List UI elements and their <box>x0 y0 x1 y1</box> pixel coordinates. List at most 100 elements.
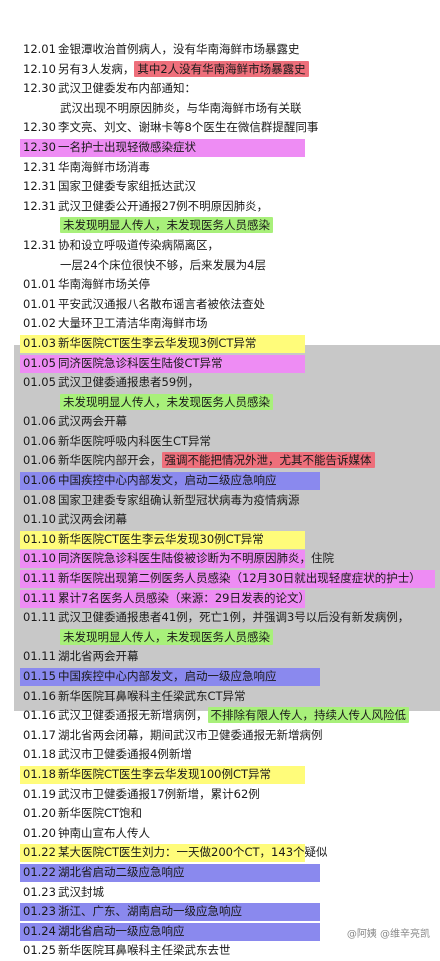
timeline-row: 12.10 另有3人发病， 其中2人没有华南海鲜市场暴露史 <box>0 60 440 80</box>
row-text: 新华医院呼吸内科医生CT异常 <box>58 432 211 452</box>
timeline-row: 01.25 新华医院耳鼻喉科主任梁武东去世 <box>0 941 440 961</box>
row-text-main: 武汉出现不明原因肺炎，与华南海鲜市场有关联 <box>60 100 302 115</box>
row-text: 李文亮、刘文、谢琳卡等8个医生在微信群提醒同事 <box>58 118 318 138</box>
row-text: 武汉封城 <box>58 883 104 903</box>
row-date: 01.05 <box>23 355 56 370</box>
row-text-main: 武汉卫健委发布内部通知： <box>58 81 196 96</box>
row-text: 浙江、广东、湖南启动一级应急响应 <box>58 902 242 922</box>
row-text: 中国疾控中心内部发文，启动一级应急响应 <box>58 667 277 687</box>
row-text: 武汉卫健委通报患者59例， <box>58 373 199 393</box>
row-text-main: 大量环卫工清洁华南海鲜市场 <box>58 316 208 331</box>
row-date: 01.16 <box>23 688 56 703</box>
timeline-row: 01.11 新华医院出现第二例医务人员感染（12月30日就出现轻度症状的护士） <box>0 569 440 589</box>
timeline-row: 12.01 金银潭收治首例病人，没有华南海鲜市场暴露史 <box>0 40 440 60</box>
row-text-main: 新华医院呼吸内科医生CT异常 <box>58 433 212 448</box>
row-text: 湖北省启动一级应急响应 <box>58 922 185 942</box>
row-text: 武汉市卫健委通报4例新增 <box>58 745 192 765</box>
timeline-row: 01.23 浙江、广东、湖南启动一级应急响应 <box>0 902 440 922</box>
row-date: 01.18 <box>23 747 56 762</box>
row-text-main: 平安武汉通报八名散布谣言者被依法查处 <box>58 296 265 311</box>
timeline-row: 12.30 一名护士出现轻微感染症状 <box>0 138 440 158</box>
row-text-main: 浙江、广东、湖南启动一级应急响应 <box>58 904 242 919</box>
row-date: 12.30 <box>23 139 56 154</box>
row-text-main: 金银潭收治首例病人，没有华南海鲜市场暴露史 <box>58 42 300 56</box>
row-date: 01.19 <box>23 786 56 801</box>
timeline-row: 01.01 平安武汉通报八名散布谣言者被依法查处 <box>0 295 440 315</box>
row-highlight-text: 未发现明显人传人，未发现医务人员感染 <box>60 217 273 234</box>
row-date: 01.02 <box>23 316 56 331</box>
timeline-row: 01.01 华南海鲜市场关停 <box>0 275 440 295</box>
timeline-row: 01.16 新华医院耳鼻喉科主任梁武东CT异常 <box>0 687 440 707</box>
row-text: 另有3人发病， 其中2人没有华南海鲜市场暴露史 <box>58 60 309 80</box>
row-text: 未发现明显人传人，未发现医务人员感染 <box>60 216 273 236</box>
row-text: 一层24个床位很快不够，后来发展为4层 <box>60 256 266 276</box>
row-text-main: 累计7名医务人员感染（来源：29日发表的论文） <box>58 590 310 605</box>
row-text-main: 武汉封城 <box>58 884 104 899</box>
row-text-main: 新华医院耳鼻喉科主任梁武东CT异常 <box>58 688 246 703</box>
row-date: 01.24 <box>23 923 56 938</box>
timeline-row: 01.19 武汉市卫健委通报17例新增，累计62例 <box>0 785 440 805</box>
row-text-main: 协和设立呼吸道传染病隔离区， <box>58 237 219 252</box>
timeline-row: 一层24个床位很快不够，后来发展为4层 <box>0 256 440 276</box>
timeline-row: 01.18 武汉市卫健委通报4例新增 <box>0 745 440 765</box>
row-text-main: 某大医院CT医生刘力：一天做200个CT，143个疑似 <box>58 845 328 860</box>
row-text-main: 中国疾控中心内部发文，启动二级应急响应 <box>58 473 277 488</box>
row-date: 01.08 <box>23 492 56 507</box>
row-text-main: 国家卫健委专家组抵达武汉 <box>58 179 196 194</box>
row-date: 12.30 <box>23 120 56 135</box>
row-date: 01.10 <box>23 551 56 566</box>
row-date: 12.31 <box>23 179 56 194</box>
row-text-main: 武汉卫健委通报无新增病例， <box>58 708 208 723</box>
timeline-row: 01.20 钟南山宣布人传人 <box>0 824 440 844</box>
row-text-main: 钟南山宣布人传人 <box>58 825 150 840</box>
timeline-row: 01.11 湖北省两会开幕 <box>0 647 440 667</box>
row-date: 12.30 <box>23 81 56 96</box>
row-text-main: 武汉卫健委通报患者59例， <box>58 375 200 390</box>
row-text-main: 新华医院CT医生李云华发现3例CT异常 <box>58 335 257 350</box>
row-date: 01.05 <box>23 375 56 390</box>
row-text: 武汉两会闭幕 <box>58 510 127 530</box>
row-text-main: 武汉市卫健委通报4例新增 <box>58 747 192 762</box>
row-text: 新华医院CT饱和 <box>58 804 142 824</box>
row-text-main: 华南海鲜市场关停 <box>58 277 150 292</box>
row-text: 武汉出现不明原因肺炎，与华南海鲜市场有关联 <box>60 99 302 119</box>
watermark: @阿姨 @维辛亮凯 <box>346 929 430 940</box>
row-date: 12.31 <box>23 159 56 174</box>
row-date: 01.10 <box>23 531 56 546</box>
row-date: 12.31 <box>23 198 56 213</box>
row-text: 平安武汉通报八名散布谣言者被依法查处 <box>58 295 265 315</box>
row-text: 大量环卫工清洁华南海鲜市场 <box>58 314 208 334</box>
row-date: 01.20 <box>23 806 56 821</box>
row-date: 01.06 <box>23 414 56 429</box>
row-highlight-text: 不排除有限人传人，持续人传人风险低 <box>207 707 409 724</box>
timeline-row: 01.10 新华医院CT医生李云华发现30例CT异常 <box>0 530 440 550</box>
timeline-row: 01.06 武汉两会开幕 <box>0 412 440 432</box>
row-text-main: 湖北省启动二级应急响应 <box>58 864 185 879</box>
timeline-row: 12.31 国家卫健委专家组抵达武汉 <box>0 177 440 197</box>
row-highlight-text: 未发现明显人传人，未发现医务人员感染 <box>60 628 273 645</box>
row-date: 01.01 <box>23 296 56 311</box>
row-text-main: 国家卫建委专家组确认新型冠状病毒为疫情病源 <box>58 492 300 507</box>
row-date: 01.23 <box>23 884 56 899</box>
timeline-row: 未发现明显人传人，未发现医务人员感染 <box>0 628 440 648</box>
row-date: 01.11 <box>23 571 56 586</box>
row-text: 武汉卫健委通报无新增病例， 不排除有限人传人，持续人传人风险低 <box>58 706 409 726</box>
row-text: 华南海鲜市场关停 <box>58 275 150 295</box>
row-date: 01.10 <box>23 512 56 527</box>
row-text-main: 新华医院CT医生李云华发现30例CT异常 <box>58 531 264 546</box>
row-text: 湖北省启动二级应急响应 <box>58 863 185 883</box>
row-text: 武汉卫健委公开通报27例不明原因肺炎， <box>58 197 268 217</box>
row-date: 01.03 <box>23 335 56 350</box>
row-text-main: 武汉卫健委公开通报27例不明原因肺炎， <box>58 198 269 213</box>
row-text-main: 一层24个床位很快不够，后来发展为4层 <box>60 257 266 272</box>
timeline-row: 01.23 武汉封城 <box>0 883 440 903</box>
timeline-row: 12.30 李文亮、刘文、谢琳卡等8个医生在微信群提醒同事 <box>0 118 440 138</box>
row-text: 国家卫建委专家组确认新型冠状病毒为疫情病源 <box>58 491 300 511</box>
timeline-row: 01.22 某大医院CT医生刘力：一天做200个CT，143个疑似 <box>0 843 440 863</box>
timeline-row: 01.06 新华医院内部开会， 强调不能把情况外泄，尤其不能告诉媒体 <box>0 451 440 471</box>
timeline: 12.01 金银潭收治首例病人，没有华南海鲜市场暴露史 12.10 另有3人发病， 其中… <box>0 40 440 961</box>
row-date: 12.10 <box>23 61 56 76</box>
row-text-main: 另有3人发病， <box>58 61 135 76</box>
row-text: 新华医院耳鼻喉科主任梁武东CT异常 <box>58 687 246 707</box>
timeline-row: 01.20 新华医院CT饱和 <box>0 804 440 824</box>
